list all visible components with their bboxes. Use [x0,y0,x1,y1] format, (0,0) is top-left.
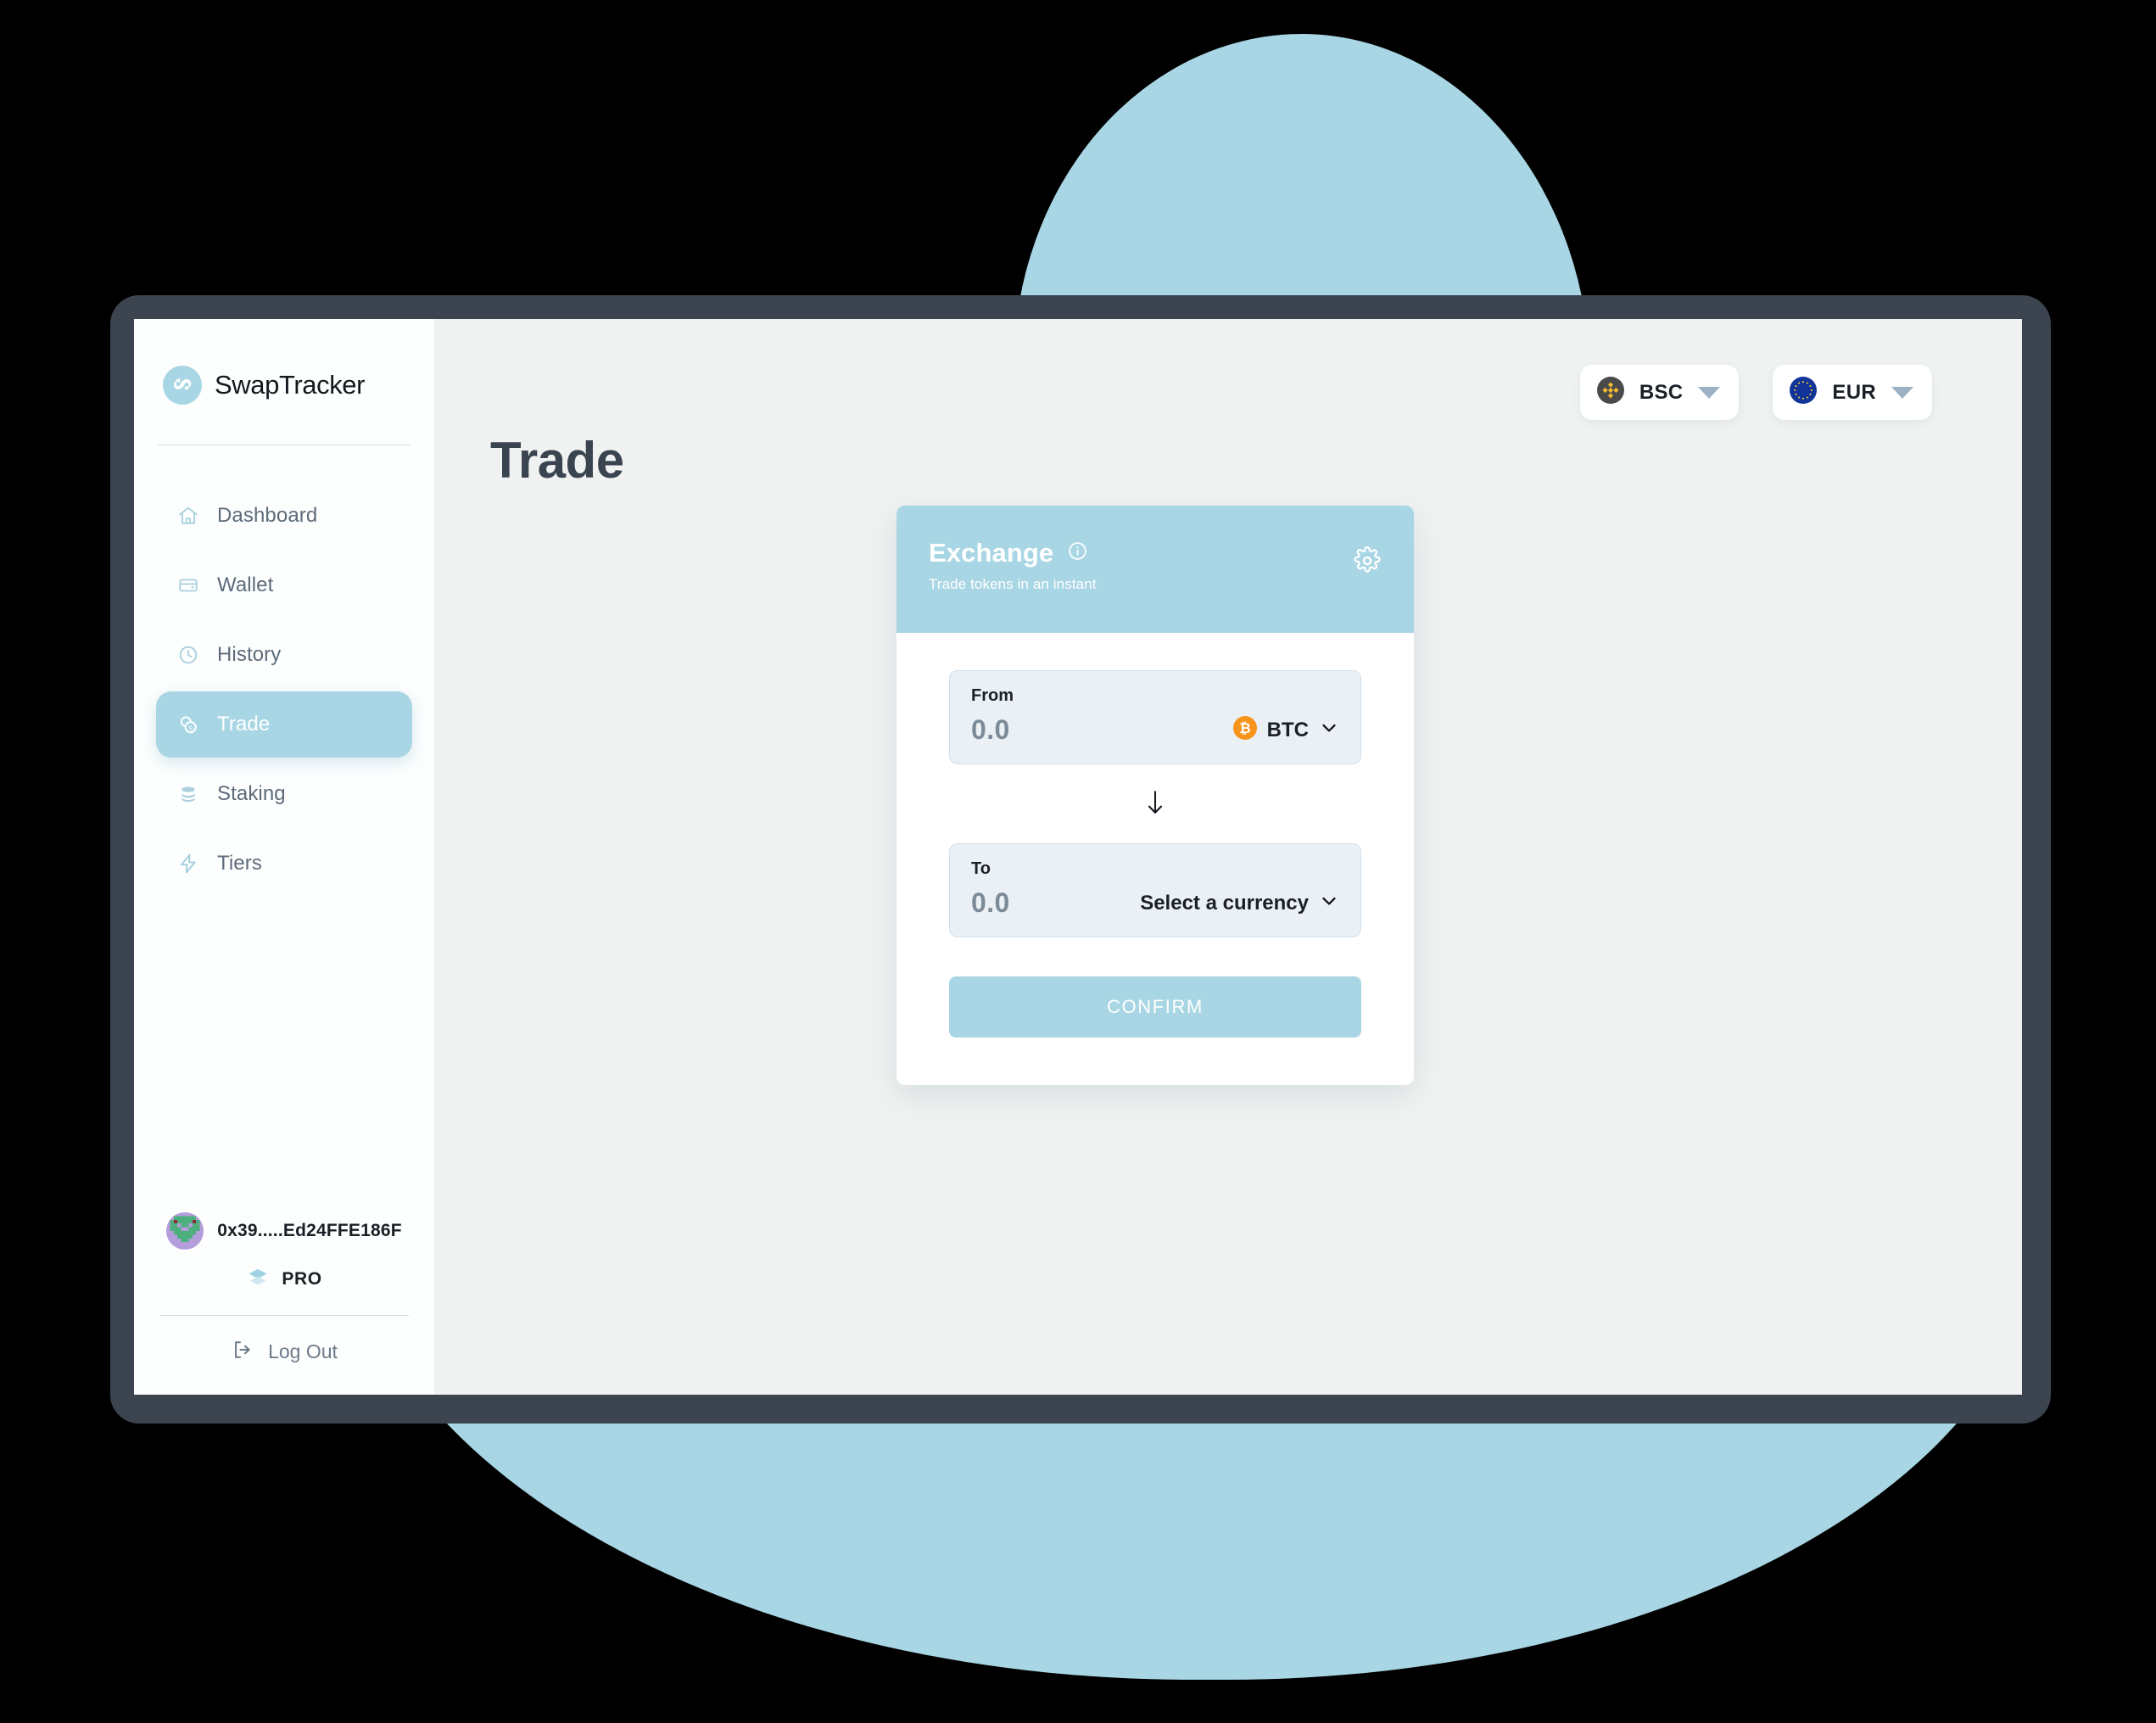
from-row: 0.0 ₿ BTC [971,714,1339,746]
sidebar-item-history[interactable]: History [156,622,412,688]
svg-text:S: S [188,724,193,732]
binance-smart-chain-icon [1596,377,1624,408]
app-screen: SwapTracker Dashboard Wallet History S T… [134,319,2022,1395]
screenshot-scene: SwapTracker Dashboard Wallet History S T… [0,0,2156,1723]
exchange-card-header: Exchange Trade tokens in an instant [896,506,1414,633]
home-icon [176,504,200,528]
sidebar-item-trade[interactable]: S Trade [156,691,412,758]
from-field[interactable]: From 0.0 ₿ BTC [949,670,1361,764]
sidebar-nav: Dashboard Wallet History S Trade Staking… [134,483,434,900]
sidebar-item-dashboard[interactable]: Dashboard [156,483,412,549]
sidebar-item-label: Tiers [217,852,262,875]
exchange-card: Exchange Trade tokens in an instant From… [896,506,1414,1085]
sidebar-item-wallet[interactable]: Wallet [156,552,412,618]
sidebar-item-label: Trade [217,713,271,736]
exchange-subtitle: Trade tokens in an instant [929,576,1097,592]
page-title: Trade [490,432,624,489]
sidebar-item-label: History [217,643,282,666]
stack-coins-icon [176,782,200,806]
coins-icon: S [176,713,200,736]
chevron-down-icon [1698,386,1721,399]
arrow-down-icon [1142,788,1168,821]
from-label: From [971,686,1014,705]
network-selector[interactable]: BSC [1579,365,1740,420]
user-row[interactable]: 0x39.....Ed24FFE186F [134,1204,434,1250]
currency-selector[interactable]: EUR [1773,365,1932,420]
sidebar-item-label: Staking [217,782,286,805]
swap-direction-button[interactable] [949,764,1361,843]
sidebar-item-label: Dashboard [217,504,318,527]
wallet-icon [176,573,200,597]
laptop-frame: SwapTracker Dashboard Wallet History S T… [110,295,2051,1424]
brand-name: SwapTracker [215,370,366,400]
euro-flag-icon [1790,377,1818,408]
logout-label: Log Out [268,1340,338,1362]
svg-text:₿: ₿ [1239,720,1251,736]
to-row: 0.0 Select a currency [971,887,1339,919]
chevron-down-icon [1319,891,1339,915]
from-token-label: BTC [1266,718,1309,741]
tier-badge: PRO [134,1265,434,1293]
to-field[interactable]: To 0.0 Select a currency [949,843,1361,937]
confirm-button[interactable]: CONFIRM [949,976,1361,1038]
currency-label: EUR [1832,380,1876,404]
to-token-selector[interactable]: Select a currency [1140,891,1339,915]
sidebar: SwapTracker Dashboard Wallet History S T… [134,319,434,1395]
bitcoin-icon: ₿ [1232,716,1257,744]
clock-icon [176,643,200,667]
logout-button[interactable]: Log Out [134,1316,434,1395]
to-label: To [971,859,991,878]
layers-diamond-icon [246,1265,270,1293]
swaptracker-s-logo-icon [163,366,202,405]
sidebar-user-block: 0x39.....Ed24FFE186F PRO Log Out [134,1185,434,1395]
exchange-title: Exchange [929,538,1054,568]
to-token-label: Select a currency [1140,891,1309,915]
brand[interactable]: SwapTracker [134,319,434,405]
sidebar-item-staking[interactable]: Staking [156,761,412,827]
wallet-address: 0x39.....Ed24FFE186F [217,1221,402,1240]
chevron-down-icon [1891,386,1913,399]
network-label: BSC [1639,380,1684,404]
sidebar-item-label: Wallet [217,573,274,596]
identicon-avatar-icon [166,1212,204,1250]
sidebar-item-tiers[interactable]: Tiers [156,831,412,897]
chevron-down-icon [1319,718,1339,742]
topbar: BSC EUR [1579,365,1932,420]
from-amount-input[interactable]: 0.0 [971,714,1010,746]
to-amount-input[interactable]: 0.0 [971,887,1010,919]
exchange-title-row: Exchange [929,538,1385,568]
from-token-selector[interactable]: ₿ BTC [1232,716,1339,744]
gear-icon[interactable] [1353,545,1382,579]
logout-icon [231,1338,254,1366]
exchange-card-body: From 0.0 ₿ BTC To 0.0 Select a currency … [896,633,1414,1085]
info-icon[interactable] [1067,540,1088,566]
main-content: BSC EUR Trade Exchange Trade tokens in a… [434,319,2022,1395]
tier-label: PRO [282,1268,322,1289]
lightning-bolt-icon [176,852,200,875]
